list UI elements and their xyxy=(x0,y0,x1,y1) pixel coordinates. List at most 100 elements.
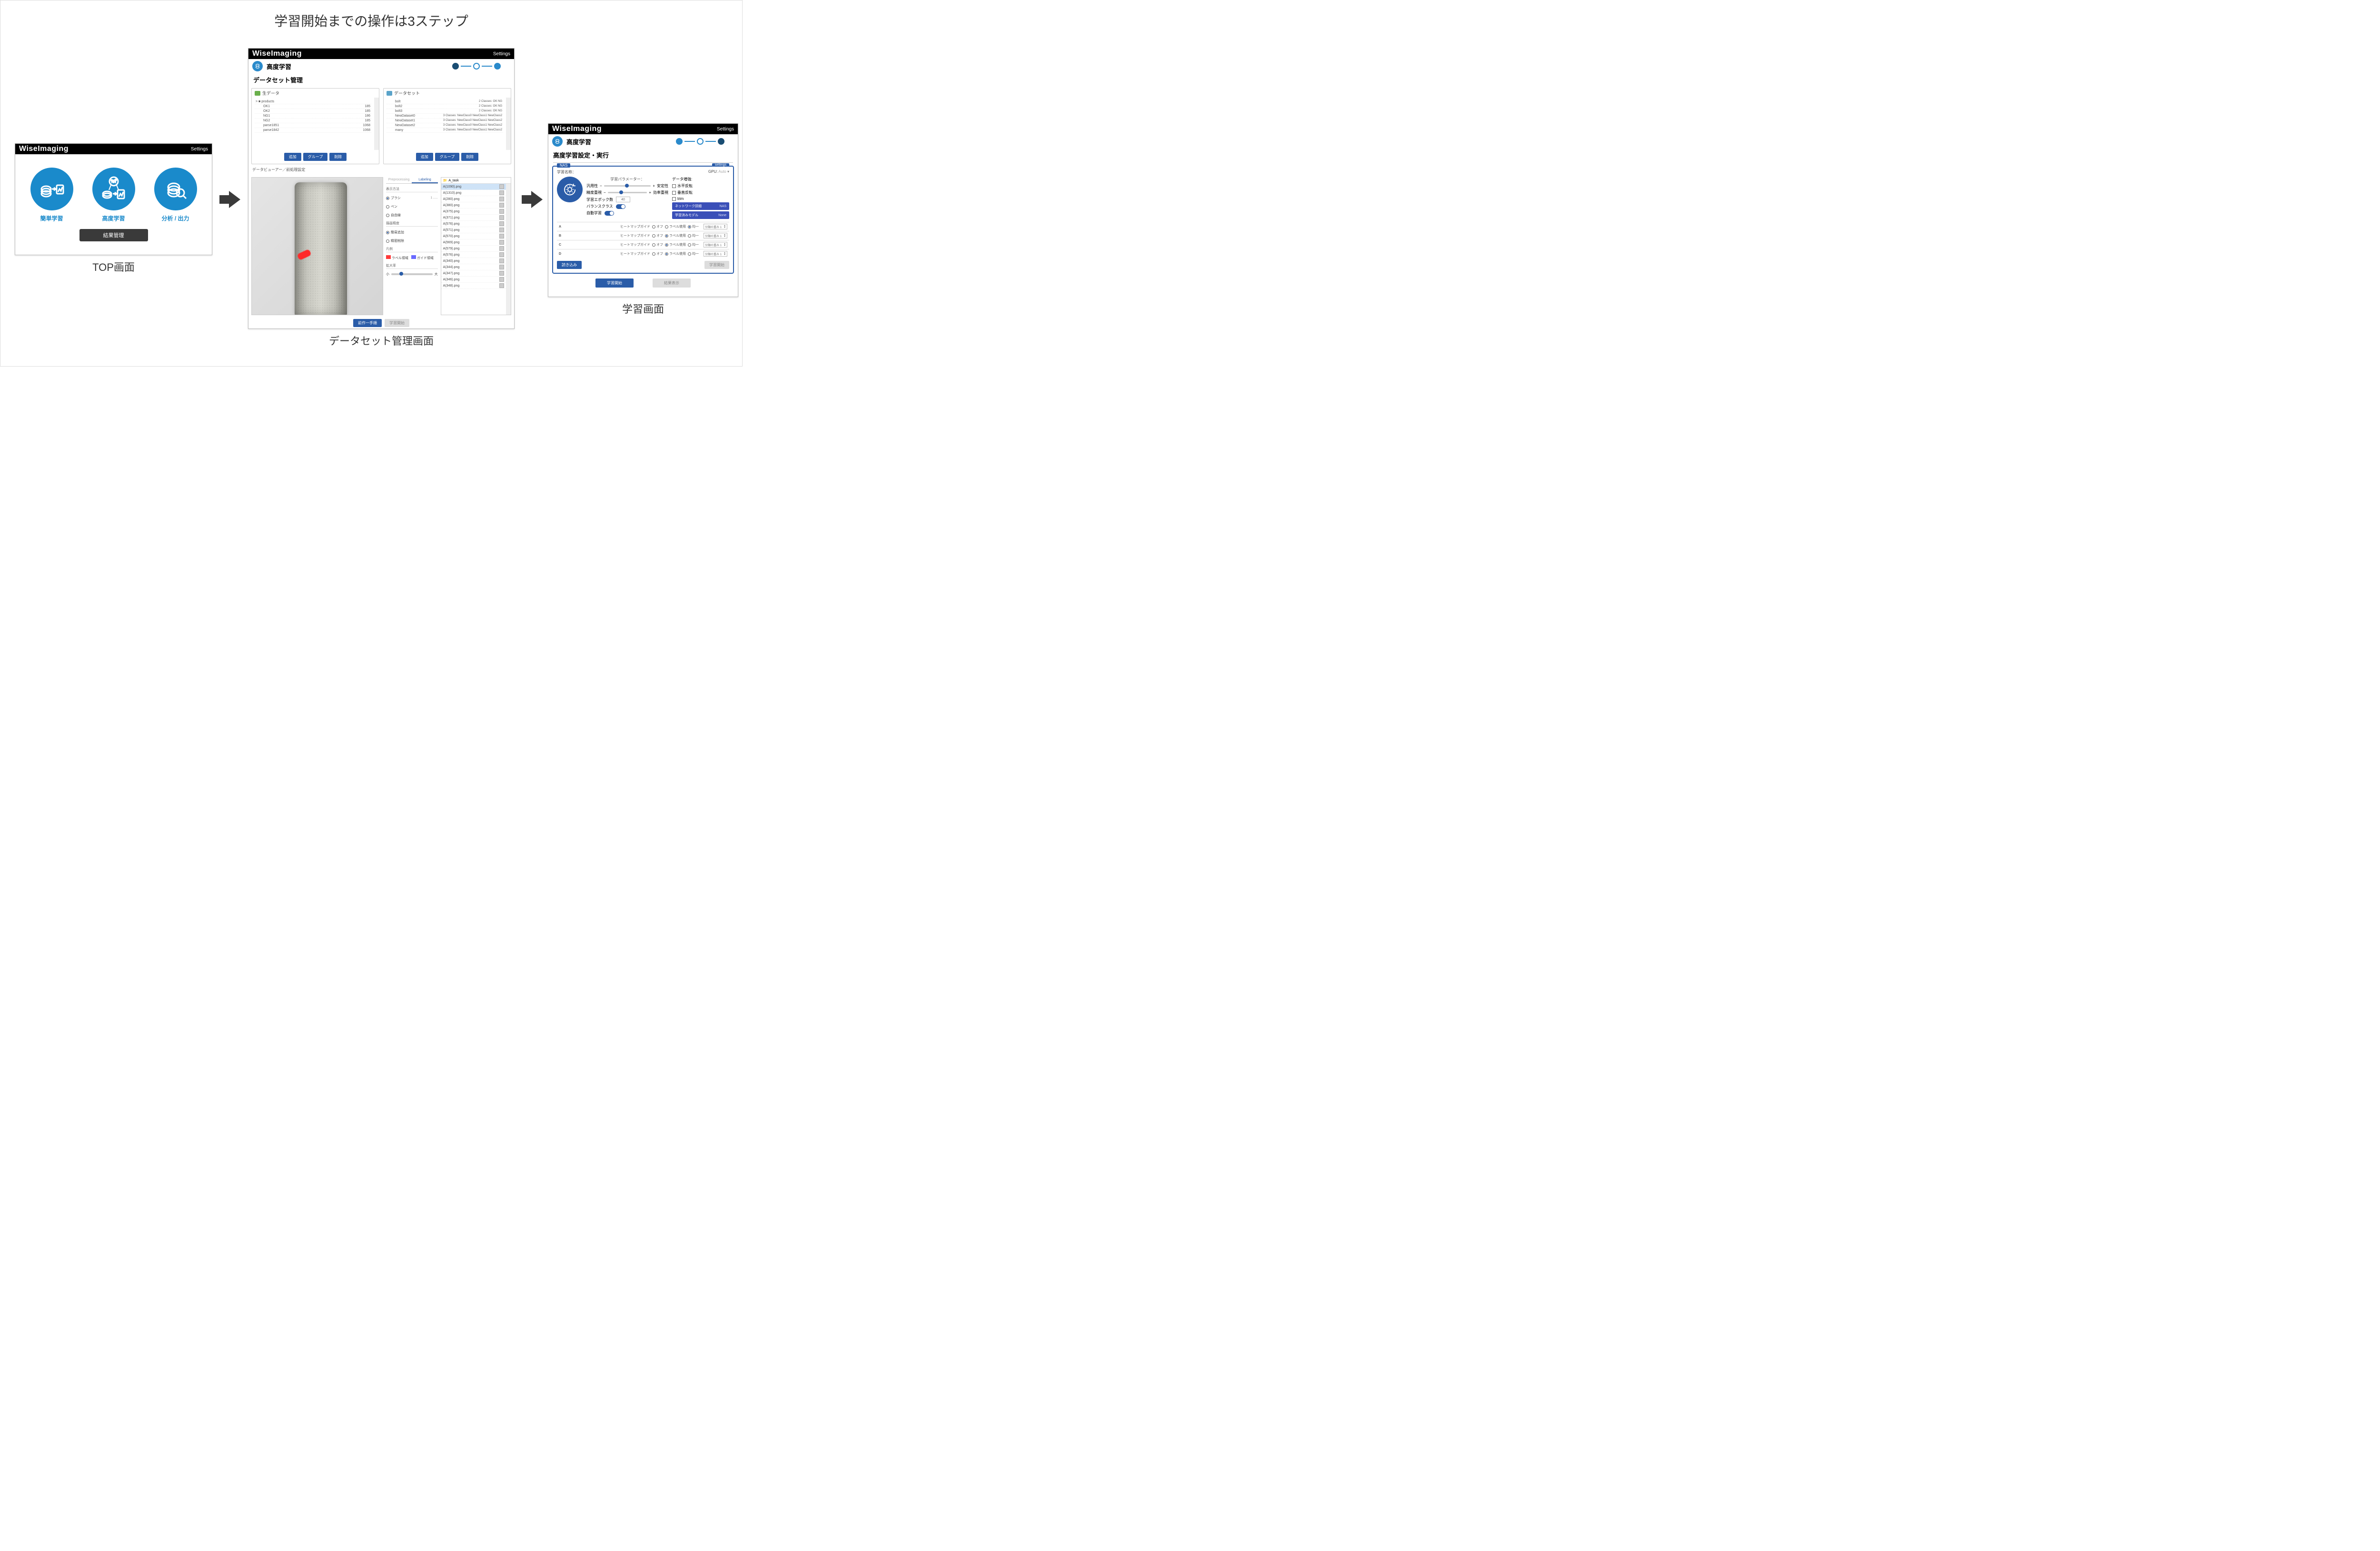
scrollbar[interactable] xyxy=(506,98,511,150)
size-slider[interactable]: 小 大 xyxy=(386,272,438,277)
cut-del[interactable]: 精密削除 xyxy=(386,238,438,244)
tree-row[interactable]: bolt22 Classes: OK NG xyxy=(387,104,503,109)
result-manage-button[interactable]: 結果管理 xyxy=(79,229,148,241)
settings-link[interactable]: Settings xyxy=(191,147,208,152)
trained-model-button[interactable]: 学習済みモデルNone xyxy=(672,211,729,219)
tab-preprocessing[interactable]: Preprocessing xyxy=(386,177,412,183)
page-title: 高度学習 xyxy=(566,137,591,146)
heatmap-radio[interactable]: 均一 xyxy=(688,242,699,247)
epoch-label: 学習エポック数 xyxy=(586,197,613,202)
heatmap-radio[interactable]: ラベル使用 xyxy=(665,242,686,247)
prev-step-button[interactable]: 前作一手順 xyxy=(353,319,382,327)
tree-row[interactable]: bolt32 Classes: OK NG xyxy=(387,109,503,114)
film-row[interactable]: A(340).png xyxy=(441,258,506,264)
heatmap-radio[interactable]: 均一 xyxy=(688,224,699,229)
tree-row[interactable]: NewDataset23 Classes: NewClass0 NewClass… xyxy=(387,123,503,128)
film-row[interactable]: A(348).png xyxy=(441,283,506,289)
heatmap-radio[interactable]: オフ xyxy=(652,251,663,256)
tree-row[interactable]: OK1185 xyxy=(255,104,371,109)
film-row[interactable]: A(344).png xyxy=(441,264,506,270)
ds-add-button[interactable]: 追加 xyxy=(416,153,433,161)
image-viewer[interactable] xyxy=(251,177,383,315)
slider-accuracy[interactable]: 精度重視− +効率重視 xyxy=(586,190,668,195)
tree-row[interactable]: OK2185 xyxy=(255,109,371,114)
top-window: WiseImaging Settings 簡単学習 xyxy=(15,143,212,255)
start-learn-button[interactable]: 学習開始 xyxy=(595,278,634,288)
disp-free[interactable]: 自由線 xyxy=(386,212,438,218)
film-row[interactable]: A(346).png xyxy=(441,277,506,283)
raw-add-button[interactable]: 追加 xyxy=(284,153,301,161)
tree-row[interactable]: many3 Classes: NewClass0 NewClass1 NewCl… xyxy=(387,128,503,133)
film-row[interactable]: A(579).png xyxy=(441,246,506,252)
film-row[interactable]: A(371).png xyxy=(441,215,506,221)
balance-toggle[interactable] xyxy=(616,204,625,209)
cut-add[interactable]: 簡易追加 xyxy=(386,229,438,235)
heatmap-radio[interactable]: ラベル使用 xyxy=(665,233,686,238)
heatmap-radio[interactable]: オフ xyxy=(652,242,663,247)
tree-row[interactable]: bolt2 Classes: OK NG xyxy=(387,99,503,104)
heatmap-radio[interactable]: オフ xyxy=(652,224,663,229)
film-list[interactable]: A(1090).pngA(1310).pngA(280).pngA(380).p… xyxy=(441,184,506,315)
network-detail-button[interactable]: ネットワーク詳細NAS xyxy=(672,202,729,210)
film-row[interactable]: A(380).png xyxy=(441,202,506,209)
nas-settings-link[interactable]: settings xyxy=(712,163,729,167)
film-row[interactable]: A(576).png xyxy=(441,221,506,227)
adv-learn-icon xyxy=(92,168,135,210)
heatmap-radio[interactable]: ラベル使用 xyxy=(665,224,686,229)
stepper xyxy=(452,63,501,70)
film-row[interactable]: A(570).png xyxy=(441,233,506,239)
top-analysis[interactable]: 分析 / 出力 xyxy=(154,168,197,222)
heatmap-radio[interactable]: 均一 xyxy=(688,251,699,256)
raw-group-button[interactable]: グループ xyxy=(303,153,328,161)
film-row[interactable]: A(1090).png xyxy=(441,184,506,190)
weight-input[interactable]: 分類の重み 1▲▼ xyxy=(704,251,727,257)
weight-input[interactable]: 分類の重み 1▲▼ xyxy=(704,233,727,239)
aug-trim[interactable]: trim xyxy=(672,197,729,201)
aug-hflip[interactable]: 水平反転 xyxy=(672,183,729,189)
disp-pen[interactable]: ペン xyxy=(386,204,438,209)
tree-row[interactable]: parse18421068 xyxy=(255,128,371,133)
weight-input[interactable]: 分類の重み 1▲▼ xyxy=(704,242,727,248)
film-row[interactable]: A(1310).png xyxy=(441,190,506,196)
slider-generality[interactable]: 汎用性− +安定性 xyxy=(586,183,668,189)
viewer-title: データビューアー／前処理設定 xyxy=(252,167,510,172)
tab-labeling[interactable]: Labeling xyxy=(412,177,437,183)
load-button[interactable]: 読き込み xyxy=(557,261,582,269)
brand: WiseImaging xyxy=(552,125,602,133)
raw-tree[interactable]: > ■ productsOK1185OK2185NG1186NG2185pars… xyxy=(252,98,374,150)
film-row[interactable]: A(375).png xyxy=(441,209,506,215)
raw-delete-button[interactable]: 削除 xyxy=(329,153,347,161)
ds-group-button[interactable]: グループ xyxy=(435,153,460,161)
scrollbar[interactable] xyxy=(374,98,379,150)
learn-name-label: 学習名称： xyxy=(557,169,576,175)
caption-top: TOP画面 xyxy=(15,259,212,274)
aug-vflip[interactable]: 垂直反転 xyxy=(672,190,729,195)
heatmap-radio[interactable]: 均一 xyxy=(688,233,699,238)
weight-input[interactable]: 分類の重み 1▲▼ xyxy=(704,224,727,229)
top-easy-learn[interactable]: 簡単学習 xyxy=(30,168,73,222)
ds-delete-button[interactable]: 削除 xyxy=(461,153,478,161)
dataset-panel: データセット bolt2 Classes: OK NGbolt22 Classe… xyxy=(383,88,511,164)
film-row[interactable]: A(576).png xyxy=(441,252,506,258)
film-row[interactable]: A(347).png xyxy=(441,270,506,277)
top-adv-learn[interactable]: 高度学習 xyxy=(92,168,135,222)
heatmap-radio[interactable]: ラベル使用 xyxy=(665,251,686,256)
film-row[interactable]: A(571).png xyxy=(441,227,506,233)
epoch-input[interactable]: 40 xyxy=(616,197,630,202)
tree-row[interactable]: > ■ products xyxy=(255,99,371,104)
settings-link[interactable]: Settings xyxy=(717,127,734,132)
tree-row[interactable]: parse18511068 xyxy=(255,123,371,128)
dataset-tree[interactable]: bolt2 Classes: OK NGbolt22 Classes: OK N… xyxy=(384,98,506,150)
scrollbar[interactable] xyxy=(506,184,511,315)
tree-row[interactable]: NG2185 xyxy=(255,119,371,123)
tree-row[interactable]: NewDataset13 Classes: NewClass0 NewClass… xyxy=(387,119,503,123)
film-row[interactable]: A(280).png xyxy=(441,196,506,202)
heatmap-radio[interactable]: オフ xyxy=(652,233,663,238)
tree-row[interactable]: NG1186 xyxy=(255,114,371,119)
settings-link[interactable]: Settings xyxy=(493,51,510,57)
film-row[interactable]: A(569).png xyxy=(441,239,506,246)
disp-brush[interactable]: ブラシ1 ...... xyxy=(386,195,438,201)
auto-label: 自動学習 xyxy=(586,210,602,216)
tree-row[interactable]: NewDataset03 Classes: NewClass0 NewClass… xyxy=(387,114,503,119)
auto-toggle[interactable] xyxy=(605,211,614,216)
